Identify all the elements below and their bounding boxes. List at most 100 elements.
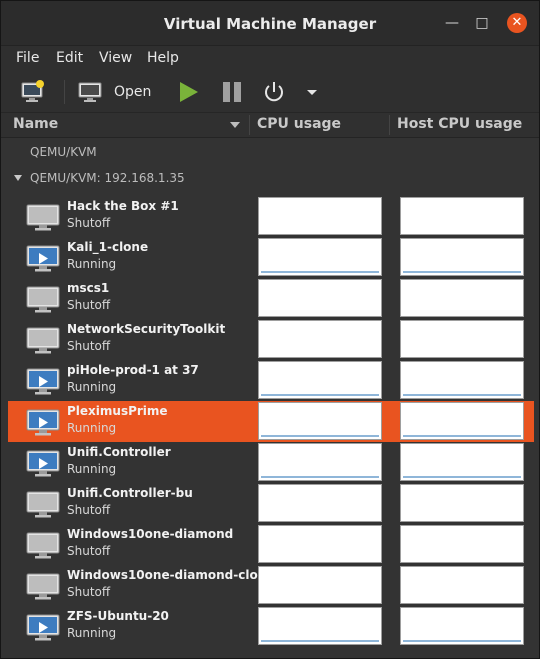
- cpu-usage-line: [261, 640, 379, 642]
- vm-row[interactable]: Unifi.Controller-bu Shutoff: [8, 483, 534, 524]
- vm-name: NetworkSecurityToolkit: [67, 322, 226, 336]
- open-button[interactable]: Open: [78, 78, 151, 106]
- vm-row[interactable]: NetworkSecurityToolkit Shutoff: [8, 319, 534, 360]
- cpu-usage-graph: [258, 566, 382, 604]
- shutdown-menu-button[interactable]: [306, 78, 318, 106]
- connection-label: QEMU/KVM: 192.168.1.35: [30, 171, 185, 185]
- vm-state: Running: [67, 462, 117, 476]
- host-cpu-usage-line: [403, 640, 521, 642]
- vm-row[interactable]: Windows10one-diamond Shutoff: [8, 524, 534, 565]
- connection-row[interactable]: QEMU/KVM: 192.168.1.35: [1, 167, 539, 189]
- connection-row[interactable]: QEMU/KVM: [1, 141, 539, 163]
- run-button[interactable]: [178, 78, 200, 106]
- vm-running-icon: [26, 368, 60, 395]
- cpu-usage-graph: [258, 238, 382, 276]
- vm-state: Shutoff: [67, 544, 111, 558]
- vm-running-icon: [26, 245, 60, 272]
- chevron-down-icon: [307, 90, 317, 95]
- column-header: Name CPU usage Host CPU usage: [1, 113, 539, 138]
- vm-row[interactable]: PleximusPrime Running: [8, 401, 534, 442]
- play-icon: [180, 82, 198, 102]
- host-cpu-usage-graph: [400, 238, 524, 276]
- column-host-cpu-usage[interactable]: Host CPU usage: [397, 113, 522, 137]
- cpu-usage-graph: [258, 279, 382, 317]
- menu-edit[interactable]: Edit: [56, 50, 83, 66]
- title-bar[interactable]: Virtual Machine Manager — □ ✕: [1, 1, 539, 46]
- cpu-usage-graph: [258, 320, 382, 358]
- vm-state: Running: [67, 626, 117, 640]
- cpu-usage-graph: [258, 484, 382, 522]
- vm-row[interactable]: Unifi.Controller Running: [8, 442, 534, 483]
- host-cpu-usage-line: [403, 271, 521, 273]
- vm-row[interactable]: Kali_1-clone Running: [8, 237, 534, 278]
- host-cpu-usage-graph: [400, 607, 524, 645]
- vm-row[interactable]: Windows10one-diamond-clone Shutoff: [8, 565, 534, 606]
- minimize-icon[interactable]: —: [443, 14, 461, 32]
- vm-shutoff-icon: [26, 491, 60, 518]
- monitor-icon: [78, 82, 102, 102]
- menu-bar: File Edit View Help: [1, 46, 539, 72]
- vm-shutoff-icon: [26, 532, 60, 559]
- menu-file[interactable]: File: [16, 50, 39, 66]
- cpu-usage-graph: [258, 607, 382, 645]
- menu-view[interactable]: View: [99, 50, 132, 66]
- vm-row[interactable]: ZFS-Ubuntu-20 Running: [8, 606, 534, 647]
- host-cpu-usage-line: [403, 476, 521, 478]
- sort-arrow-icon[interactable]: [230, 121, 240, 129]
- app-window: Virtual Machine Manager — □ ✕ File Edit …: [0, 0, 540, 659]
- vm-running-icon: [26, 450, 60, 477]
- vm-state: Running: [67, 257, 117, 271]
- host-cpu-usage-graph: [400, 197, 524, 235]
- vm-state: Shutoff: [67, 216, 111, 230]
- vm-name: mscs1: [67, 281, 110, 295]
- vm-state: Shutoff: [67, 298, 111, 312]
- vm-row[interactable]: mscs1 Shutoff: [8, 278, 534, 319]
- vm-state: Shutoff: [67, 503, 111, 517]
- host-cpu-usage-line: [403, 435, 521, 437]
- vm-state: Shutoff: [67, 339, 111, 353]
- vm-row[interactable]: piHole-prod-1 at 37 Running: [8, 360, 534, 401]
- host-cpu-usage-graph: [400, 361, 524, 399]
- host-cpu-usage-graph: [400, 484, 524, 522]
- host-cpu-usage-graph: [400, 320, 524, 358]
- vm-list[interactable]: QEMU/KVM QEMU/KVM: 192.168.1.35 Hack the…: [1, 138, 539, 658]
- vm-state: Running: [67, 421, 117, 435]
- column-cpu-usage[interactable]: CPU usage: [257, 113, 341, 137]
- maximize-icon[interactable]: □: [473, 14, 491, 32]
- pause-button[interactable]: [221, 78, 243, 106]
- expander-arrow-icon[interactable]: [14, 175, 22, 181]
- cpu-usage-line: [261, 476, 379, 478]
- cpu-usage-line: [261, 435, 379, 437]
- host-cpu-usage-line: [403, 394, 521, 396]
- connection-label: QEMU/KVM: [30, 145, 97, 159]
- pause-icon: [223, 82, 241, 102]
- host-cpu-usage-graph: [400, 443, 524, 481]
- menu-help[interactable]: Help: [147, 50, 179, 66]
- host-cpu-usage-graph: [400, 525, 524, 563]
- new-vm-button[interactable]: [20, 78, 46, 106]
- vm-shutoff-icon: [26, 286, 60, 313]
- cpu-usage-line: [261, 271, 379, 273]
- vm-row[interactable]: Hack the Box #1 Shutoff: [8, 196, 534, 237]
- cpu-usage-graph: [258, 402, 382, 440]
- vm-name: Hack the Box #1: [67, 199, 179, 213]
- vm-state: Running: [67, 380, 117, 394]
- header-divider: [249, 115, 250, 135]
- vm-running-icon: [26, 614, 60, 641]
- vm-shutoff-icon: [26, 204, 60, 231]
- vm-name: Unifi.Controller-bu: [67, 486, 193, 500]
- vm-name: Kali_1-clone: [67, 240, 149, 254]
- vm-running-icon: [26, 409, 60, 436]
- column-name[interactable]: Name: [13, 113, 58, 137]
- shutdown-button[interactable]: [262, 78, 286, 106]
- vm-name: Windows10one-diamond-clone: [67, 568, 275, 582]
- toolbar-separator: [64, 80, 65, 104]
- vm-name: Unifi.Controller: [67, 445, 171, 459]
- vm-name: ZFS-Ubuntu-20: [67, 609, 169, 623]
- cpu-usage-graph: [258, 197, 382, 235]
- close-icon[interactable]: ✕: [507, 13, 527, 33]
- cpu-usage-graph: [258, 443, 382, 481]
- toolbar: Open: [1, 72, 539, 113]
- open-label: Open: [114, 84, 152, 100]
- new-vm-icon: [21, 80, 44, 102]
